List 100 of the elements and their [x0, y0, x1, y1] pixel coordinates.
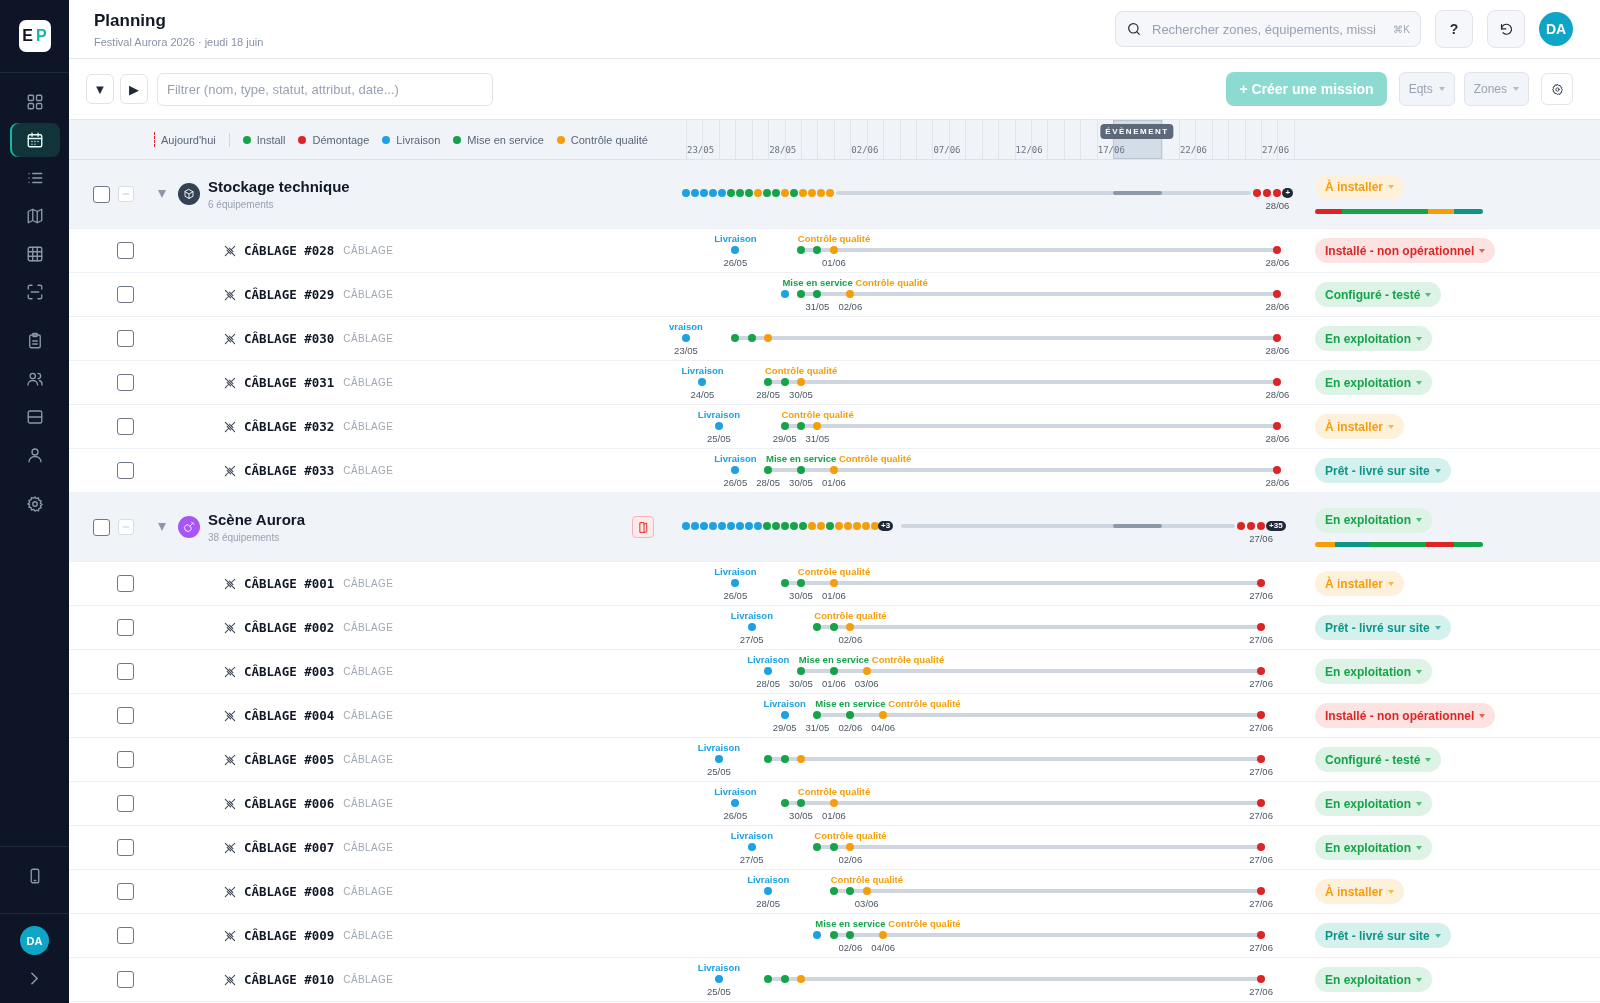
milestone-date: 02/06 [838, 301, 863, 312]
sidebar-item[interactable] [9, 123, 60, 157]
settings-icon [1550, 82, 1564, 96]
caret-icon [1513, 87, 1519, 91]
cable-icon [223, 884, 237, 899]
settings-button[interactable] [1541, 73, 1573, 105]
milestone-date: 27/06 [1249, 942, 1273, 953]
refresh-icon [1498, 21, 1514, 37]
row-checkbox[interactable] [117, 619, 134, 636]
milestone-label: Livraison [747, 874, 790, 885]
milestone-date: 25/05 [706, 986, 731, 997]
refresh-button[interactable] [1487, 10, 1525, 48]
search-input[interactable]: Rechercher zones, équipements, missi [1150, 20, 1386, 38]
row-checkbox[interactable] [117, 663, 134, 680]
app-logo: E P [18, 20, 51, 52]
row-checkbox[interactable] [117, 839, 134, 856]
milestone-label: Livraison [714, 233, 757, 244]
legend-label: Livraison [396, 133, 441, 146]
status-dropdown[interactable]: Installé - non opérationnel [1315, 703, 1496, 728]
row-checkbox[interactable] [117, 462, 134, 479]
row-checkbox[interactable] [117, 751, 134, 768]
date-tick: 07/06 [933, 145, 961, 155]
milestone-label: Contrôle qualité [839, 453, 912, 464]
status-dropdown[interactable]: Prêt - livré sur site [1315, 615, 1451, 640]
milestone-label: Livraison [714, 453, 757, 464]
milestone-label: Contrôle qualité [797, 786, 871, 797]
milestone-label: Contrôle qualité [781, 409, 854, 420]
status-dropdown[interactable]: Prêt - livré sur site [1315, 923, 1451, 948]
status-dropdown[interactable]: En exploitation [1315, 967, 1432, 992]
status-dropdown[interactable]: En exploitation [1315, 791, 1432, 816]
status-dropdown[interactable]: En exploitation [1315, 659, 1432, 684]
create-mission-button[interactable]: + Créer une mission [1226, 72, 1387, 106]
user-avatar[interactable]: DA [20, 926, 49, 955]
milestone-label: Contrôle qualité [871, 654, 945, 665]
equipment-name: CÂBLAGE #029 [244, 287, 335, 302]
collapse-all-button[interactable]: ▶ [120, 74, 148, 104]
collapse-caret-icon[interactable] [158, 523, 166, 531]
row-checkbox[interactable] [117, 374, 134, 391]
row-checkbox[interactable] [117, 971, 134, 988]
equipment-name: CÂBLAGE #010 [244, 972, 335, 987]
row-checkbox[interactable] [93, 185, 110, 203]
expand-all-button[interactable]: ▼ [86, 74, 114, 104]
milestone-label: Livraison [681, 365, 724, 376]
milestone-label: Livraison [730, 610, 773, 621]
row-checkbox[interactable] [117, 330, 134, 347]
equipment-name: CÂBLAGE #005 [244, 752, 335, 767]
status-dropdown[interactable]: Prêt - livré sur site [1315, 458, 1451, 483]
milestone-date: 27/05 [739, 854, 764, 865]
caret-icon [1416, 669, 1422, 674]
equipment-type: CÂBLAGE [343, 974, 394, 985]
status-dropdown[interactable]: À installer [1315, 571, 1405, 596]
row-checkbox[interactable] [93, 518, 110, 536]
status-dropdown[interactable]: En exploitation [1315, 370, 1432, 395]
event-label: ÉVÈNEMENT [1100, 124, 1174, 139]
status-dropdown[interactable]: En exploitation [1315, 326, 1432, 351]
search-icon [1126, 21, 1142, 37]
row-checkbox[interactable] [117, 286, 134, 303]
status-dropdown[interactable]: Configuré - testé [1315, 747, 1442, 772]
filter-dropdown[interactable]: Eqts [1398, 72, 1455, 106]
milestone-date: 30/05 [789, 389, 813, 400]
milestone-label: Contrôle qualité [765, 365, 838, 376]
milestone-date: 01/06 [821, 590, 846, 601]
cable-icon [223, 840, 237, 855]
row-checkbox[interactable] [117, 795, 134, 812]
caret-icon [1416, 801, 1422, 806]
help-button[interactable]: ? [1435, 10, 1473, 48]
date-tick: 27/06 [1262, 145, 1290, 155]
cable-icon [223, 331, 237, 346]
filter-dropdown[interactable]: Zones [1463, 72, 1529, 106]
status-dropdown[interactable]: En exploitation [1315, 835, 1432, 860]
equipment-count: 6 équipements [208, 199, 275, 210]
legend-label: Install [256, 133, 286, 146]
row-checkbox[interactable] [117, 707, 134, 724]
search-field[interactable]: Rechercher zones, équipements, missi ⌘K [1115, 11, 1421, 47]
milestone-label: vraison [669, 321, 703, 332]
equipment-name: CÂBLAGE #009 [244, 928, 335, 943]
row-checkbox[interactable] [117, 418, 134, 435]
filter-field[interactable]: Filtrer (nom, type, statut, attribut, date...) [157, 72, 493, 106]
milestone-date: 27/06 [1249, 766, 1273, 777]
row-checkbox[interactable] [117, 242, 134, 259]
milestone-date: 24/05 [690, 389, 715, 400]
row-checkbox[interactable] [117, 927, 134, 944]
milestone-date: 31/05 [805, 301, 830, 312]
status-dropdown[interactable]: À installer [1315, 174, 1405, 200]
page-subtitle: Festival Aurora 2026 · jeudi 18 juin [94, 35, 264, 48]
status-dropdown[interactable]: Installé - non opérationnel [1315, 238, 1496, 263]
date-tick: 17/06 [1097, 145, 1125, 155]
alert-button[interactable] [632, 516, 654, 538]
status-dropdown[interactable]: À installer [1315, 879, 1405, 904]
legend-label: Mise en service [467, 133, 544, 146]
equipment-name: CÂBLAGE #032 [244, 419, 335, 434]
row-checkbox[interactable] [117, 883, 134, 900]
more-badge: +35 [1266, 521, 1286, 531]
user-avatar[interactable]: DA [1539, 12, 1573, 46]
status-dropdown[interactable]: En exploitation [1315, 507, 1432, 533]
status-dropdown[interactable]: À installer [1315, 414, 1405, 439]
row-checkbox[interactable] [117, 575, 134, 592]
equipment-type: CÂBLAGE [343, 798, 394, 809]
collapse-caret-icon[interactable] [158, 190, 166, 198]
status-dropdown[interactable]: Configuré - testé [1315, 282, 1442, 307]
